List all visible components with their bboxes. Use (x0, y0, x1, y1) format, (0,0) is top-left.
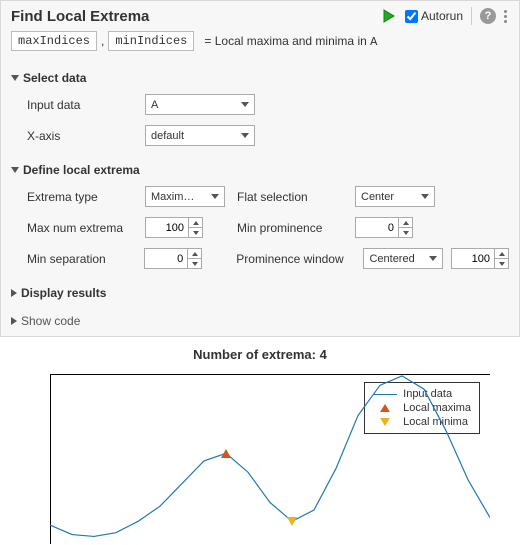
extrema-type-select[interactable]: Maxim… (145, 186, 225, 207)
autorun-input[interactable] (405, 10, 418, 23)
spinner-down[interactable] (399, 228, 412, 237)
min-prom-input[interactable] (356, 218, 398, 237)
chevron-down-icon (211, 194, 219, 199)
chart: Number of extrema: 4 Input data Local ma… (0, 337, 520, 544)
output-desc: = Local maxima and minima in A (204, 34, 377, 49)
task-panel: Find Local Extrema Autorun ? maxIndices … (0, 0, 520, 337)
max-num-label: Max num extrema (27, 221, 137, 235)
chevron-down-icon (11, 75, 19, 81)
output-var-1[interactable]: maxIndices (11, 31, 97, 51)
spinner-up[interactable] (189, 218, 202, 228)
prom-win-label: Prominence window (236, 252, 355, 266)
more-icon[interactable] (502, 8, 509, 25)
min-prom-spinner[interactable] (355, 217, 413, 238)
chevron-right-icon (11, 317, 17, 325)
section-define: Define local extrema Extrema type Maxim…… (1, 153, 519, 276)
xaxis-select[interactable]: default (145, 125, 255, 146)
spinner-up[interactable] (399, 218, 412, 228)
autorun-label: Autorun (421, 9, 463, 23)
chart-title: Number of extrema: 4 (20, 347, 500, 362)
run-button[interactable] (381, 8, 397, 24)
maxima-marker (221, 449, 231, 458)
spinner-up[interactable] (495, 249, 508, 259)
section-header-select-data[interactable]: Select data (11, 67, 509, 89)
min-sep-input[interactable] (145, 249, 187, 268)
chevron-down-icon (241, 102, 249, 107)
panel-title: Find Local Extrema (11, 8, 381, 25)
prom-win-size-spinner[interactable] (451, 248, 509, 269)
section-header-define[interactable]: Define local extrema (11, 159, 509, 181)
extrema-type-label: Extrema type (27, 190, 137, 204)
help-icon[interactable]: ? (480, 8, 496, 24)
chevron-down-icon (241, 133, 249, 138)
min-prom-label: Min prominence (237, 221, 347, 235)
flat-selection-label: Flat selection (237, 190, 347, 204)
chevron-down-icon (11, 167, 19, 173)
xaxis-label: X-axis (27, 129, 137, 143)
input-data-select[interactable]: A (145, 94, 255, 115)
min-sep-spinner[interactable] (144, 248, 202, 269)
separator (471, 7, 472, 25)
outputs-row: maxIndices , minIndices = Local maxima a… (1, 29, 519, 61)
spinner-down[interactable] (188, 259, 201, 268)
minima-marker (287, 517, 297, 526)
output-var-2[interactable]: minIndices (108, 31, 194, 51)
autorun-checkbox[interactable]: Autorun (405, 9, 463, 23)
min-sep-label: Min separation (27, 252, 136, 266)
section-select-data: Select data Input data A X-axis default (1, 61, 519, 153)
chart-axes: Input data Local maxima Local minima 012… (50, 364, 490, 544)
show-code-toggle[interactable]: Show code (1, 306, 519, 336)
chevron-right-icon (11, 289, 17, 297)
section-header-display[interactable]: Display results (11, 282, 509, 304)
spinner-up[interactable] (188, 249, 201, 259)
section-display: Display results (1, 276, 519, 306)
max-num-input[interactable] (146, 218, 188, 237)
spinner-down[interactable] (189, 228, 202, 237)
prom-win-size-input[interactable] (452, 249, 494, 268)
chevron-down-icon (429, 256, 437, 261)
max-num-spinner[interactable] (145, 217, 203, 238)
input-data-label: Input data (27, 98, 137, 112)
header: Find Local Extrema Autorun ? (1, 1, 519, 29)
chevron-down-icon (421, 194, 429, 199)
flat-selection-select[interactable]: Center (355, 186, 435, 207)
spinner-down[interactable] (495, 259, 508, 268)
prom-win-select[interactable]: Centered (363, 248, 443, 269)
